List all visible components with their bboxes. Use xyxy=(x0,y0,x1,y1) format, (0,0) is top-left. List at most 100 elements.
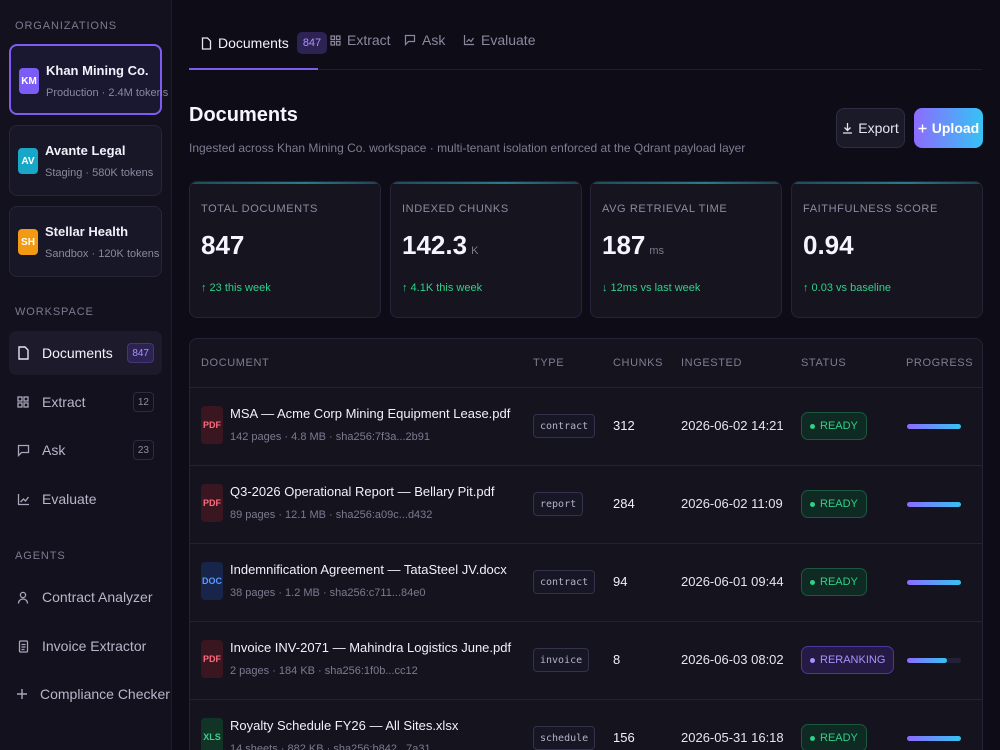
status-dot xyxy=(810,501,815,507)
tab-label: Documents xyxy=(218,35,289,51)
sidebar-item-invoice-extractor[interactable]: Invoice Extractor xyxy=(9,624,162,668)
table-row[interactable]: PDF Q3-2026 Operational Report — Bellary … xyxy=(190,466,982,544)
tab-ask[interactable]: Ask xyxy=(404,32,445,48)
tab-documents[interactable]: Documents 847 xyxy=(201,32,328,54)
table-row[interactable]: PDF MSA — Acme Corp Mining Equipment Leas… xyxy=(190,388,982,466)
ingested-time: 2026-06-01 09:44 xyxy=(681,574,784,589)
column-header-status[interactable]: STATUS xyxy=(801,357,846,369)
status-label: READY xyxy=(820,732,858,744)
org-card-avante-legal[interactable]: AV Avante Legal Staging · 580K tokens xyxy=(9,125,162,196)
org-card-stellar-health[interactable]: SH Stellar Health Sandbox · 120K tokens xyxy=(9,206,162,277)
file-type-icon: PDF xyxy=(201,484,223,522)
ingested-time: 2026-06-03 08:02 xyxy=(681,652,784,667)
file-type-icon: XLS xyxy=(201,718,223,750)
tab-label: Extract xyxy=(347,32,391,48)
column-header-progress[interactable]: PROGRESS xyxy=(906,357,973,369)
plus-icon xyxy=(918,124,927,132)
progress-bar xyxy=(907,736,961,741)
org-name: Avante Legal xyxy=(45,143,126,158)
status-badge: RERANKING xyxy=(801,646,895,674)
stat-delta: ↑ 23 this week xyxy=(201,282,271,294)
column-header-document[interactable]: DOCUMENT xyxy=(201,357,269,369)
chart-icon xyxy=(16,492,30,506)
sidebar-item-label: Evaluate xyxy=(42,491,97,507)
ingested-time: 2026-06-02 14:21 xyxy=(681,418,784,433)
column-header-ingested[interactable]: INGESTED xyxy=(681,357,742,369)
progress-bar xyxy=(907,658,961,663)
file-type-icon: PDF xyxy=(201,640,223,678)
org-card-khan-mining[interactable]: KM Khan Mining Co. Production · 2.4M tok… xyxy=(9,44,168,115)
org-plan: Staging · 580K tokens xyxy=(45,167,154,179)
progress-bar xyxy=(907,502,961,507)
stat-label: FAITHFULNESS SCORE xyxy=(803,203,938,215)
grid-icon xyxy=(330,34,341,46)
table-row[interactable]: DOC Indemnification Agreement — TataSteel… xyxy=(190,544,982,622)
chunk-count: 312 xyxy=(613,418,635,433)
progress-fill xyxy=(907,502,961,507)
progress-fill xyxy=(907,658,947,663)
org-avatar: KM xyxy=(19,68,39,94)
sidebar-item-label: Compliance Checker xyxy=(40,686,170,702)
document-meta: 142 pages · 4.8 MB · sha256:7f3a...2b91 xyxy=(230,431,430,443)
upload-button[interactable]: Upload xyxy=(914,108,983,148)
sidebar-item-ask[interactable]: Ask 23 xyxy=(9,428,162,472)
column-header-type[interactable]: TYPE xyxy=(533,357,564,369)
file-type-icon: DOC xyxy=(201,562,223,600)
column-header-chunks[interactable]: CHUNKS xyxy=(613,357,663,369)
sidebar-item-count: 12 xyxy=(132,392,154,412)
receipt-icon xyxy=(16,639,30,653)
org-avatar: AV xyxy=(18,148,38,174)
progress-fill xyxy=(907,424,961,429)
document-name[interactable]: Royalty Schedule FY26 — All Sites.xlsx xyxy=(230,718,458,733)
status-label: READY xyxy=(820,576,858,588)
progress-fill xyxy=(907,736,961,741)
sidebar-item-label: Extract xyxy=(42,394,86,410)
org-plan: Sandbox · 120K tokens xyxy=(45,248,160,260)
export-button[interactable]: Export xyxy=(836,108,905,148)
type-chip: schedule xyxy=(533,726,596,750)
user-icon xyxy=(16,590,30,604)
table-row[interactable]: XLS Royalty Schedule FY26 — All Sites.xls… xyxy=(190,700,982,750)
org-name: Stellar Health xyxy=(45,224,129,239)
sidebar-item-evaluate[interactable]: Evaluate xyxy=(9,477,162,521)
document-name[interactable]: Invoice INV-2071 — Mahindra Logistics Ju… xyxy=(230,640,511,655)
export-label: Export xyxy=(858,120,899,136)
sidebar-item-contract-analyzer[interactable]: Contract Analyzer xyxy=(9,575,162,619)
chunk-count: 284 xyxy=(613,496,635,511)
sidebar-item-label: Ask xyxy=(42,442,66,458)
document-meta: 89 pages · 12.1 MB · sha256:a09c...d432 xyxy=(230,509,433,521)
organizations-label: ORGANIZATIONS xyxy=(15,20,117,32)
org-avatar: SH xyxy=(18,229,38,255)
ingested-time: 2026-05-31 16:18 xyxy=(681,730,784,745)
progress-fill xyxy=(907,580,961,585)
type-chip: invoice xyxy=(533,648,590,672)
sidebar-item-label: Documents xyxy=(42,345,113,361)
status-label: READY xyxy=(820,498,858,510)
file-icon xyxy=(16,346,30,360)
active-tab-indicator xyxy=(189,68,318,70)
sidebar-item-compliance-checker[interactable]: Compliance Checker xyxy=(9,672,170,716)
documents-table: DOCUMENT TYPE CHUNKS INGESTED STATUS PRO… xyxy=(189,338,983,750)
file-type-icon: PDF xyxy=(201,406,223,444)
stat-delta: ↑ 0.03 vs baseline xyxy=(803,282,892,294)
document-name[interactable]: MSA — Acme Corp Mining Equipment Lease.p… xyxy=(230,406,510,421)
tab-evaluate[interactable]: Evaluate xyxy=(463,32,535,48)
document-name[interactable]: Q3-2026 Operational Report — Bellary Pit… xyxy=(230,484,494,499)
org-name: Khan Mining Co. xyxy=(46,63,149,78)
sidebar-item-extract[interactable]: Extract 12 xyxy=(9,380,162,424)
sidebar: ORGANIZATIONS KM Khan Mining Co. Product… xyxy=(0,0,172,750)
sidebar-item-count: 23 xyxy=(132,440,154,460)
document-meta: 2 pages · 184 KB · sha256:1f0b...cc12 xyxy=(230,665,418,677)
tab-bar: Documents 847 Extract Ask Evaluate xyxy=(189,24,982,70)
status-badge: READY xyxy=(801,568,867,596)
page-title: Documents xyxy=(189,104,298,126)
table-row[interactable]: PDF Invoice INV-2071 — Mahindra Logistics… xyxy=(190,622,982,700)
document-name[interactable]: Indemnification Agreement — TataSteel JV… xyxy=(230,562,507,577)
tab-label: Ask xyxy=(422,32,446,48)
stat-value: 187 ms xyxy=(602,230,665,260)
stat-label: AVG RETRIEVAL TIME xyxy=(602,203,728,215)
ingested-time: 2026-06-02 11:09 xyxy=(681,496,783,511)
tab-extract[interactable]: Extract xyxy=(330,32,391,48)
sidebar-item-documents[interactable]: Documents 847 xyxy=(9,331,162,375)
status-badge: READY xyxy=(801,412,867,440)
